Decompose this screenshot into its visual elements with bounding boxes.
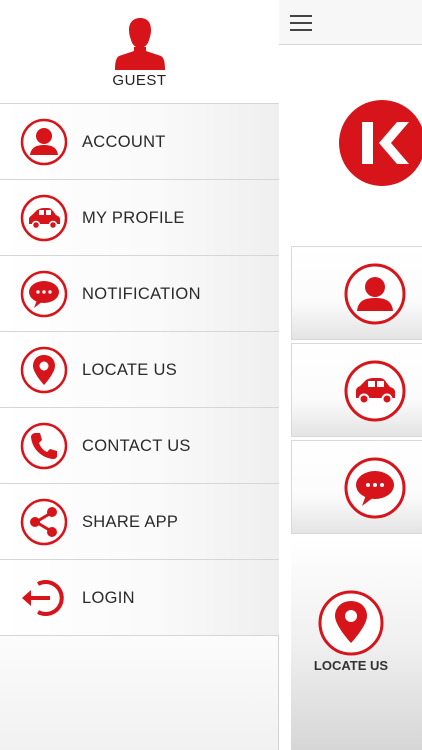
menu-item-login[interactable]: LOGIN bbox=[0, 560, 279, 636]
car-icon bbox=[344, 360, 406, 422]
account-icon bbox=[20, 118, 68, 166]
menu-item-locate-us[interactable]: LOCATE US bbox=[0, 332, 279, 408]
profile-header: GUEST bbox=[0, 0, 279, 104]
chat-bubble-icon bbox=[20, 270, 68, 318]
menu-item-contact-us[interactable]: CONTACT US bbox=[0, 408, 279, 484]
hamburger-icon[interactable] bbox=[290, 14, 312, 32]
phone-icon bbox=[20, 422, 68, 470]
user-name: GUEST bbox=[112, 72, 167, 89]
profile-tile[interactable] bbox=[291, 343, 422, 437]
chat-bubble-icon bbox=[344, 457, 406, 519]
share-icon bbox=[20, 498, 68, 546]
location-pin-icon bbox=[317, 589, 385, 657]
brand-k-logo bbox=[339, 100, 422, 186]
menu-item-label: CONTACT US bbox=[82, 437, 191, 455]
navigation-drawer: GUEST ACCOUNT MY PROFILE NOTIFICATION LO… bbox=[0, 0, 279, 750]
drawer-menu: ACCOUNT MY PROFILE NOTIFICATION LOCATE U… bbox=[0, 104, 279, 636]
menu-item-label: SHARE APP bbox=[82, 513, 179, 531]
menu-item-label: ACCOUNT bbox=[82, 133, 166, 151]
notification-tile[interactable] bbox=[291, 440, 422, 534]
menu-item-account[interactable]: ACCOUNT bbox=[0, 104, 279, 180]
menu-item-label: NOTIFICATION bbox=[82, 285, 201, 303]
menu-item-label: MY PROFILE bbox=[82, 209, 185, 227]
locate-us-tile[interactable]: LOCATE US bbox=[291, 537, 422, 750]
user-avatar-icon bbox=[115, 16, 165, 70]
account-tile[interactable] bbox=[291, 246, 422, 340]
main-content: LOCATE US bbox=[279, 0, 422, 750]
account-icon bbox=[344, 263, 406, 325]
menu-item-label: LOGIN bbox=[82, 589, 135, 607]
menu-item-my-profile[interactable]: MY PROFILE bbox=[0, 180, 279, 256]
locate-us-label: LOCATE US bbox=[313, 658, 389, 673]
location-pin-icon bbox=[20, 346, 68, 394]
car-icon bbox=[20, 194, 68, 242]
menu-item-notification[interactable]: NOTIFICATION bbox=[0, 256, 279, 332]
menu-item-share-app[interactable]: SHARE APP bbox=[0, 484, 279, 560]
app-screen: LOCATE US GUEST ACCOUNT MY PROFILE NOTIF… bbox=[0, 0, 422, 750]
top-bar bbox=[279, 0, 422, 45]
login-icon bbox=[20, 574, 68, 622]
menu-item-label: LOCATE US bbox=[82, 361, 177, 379]
